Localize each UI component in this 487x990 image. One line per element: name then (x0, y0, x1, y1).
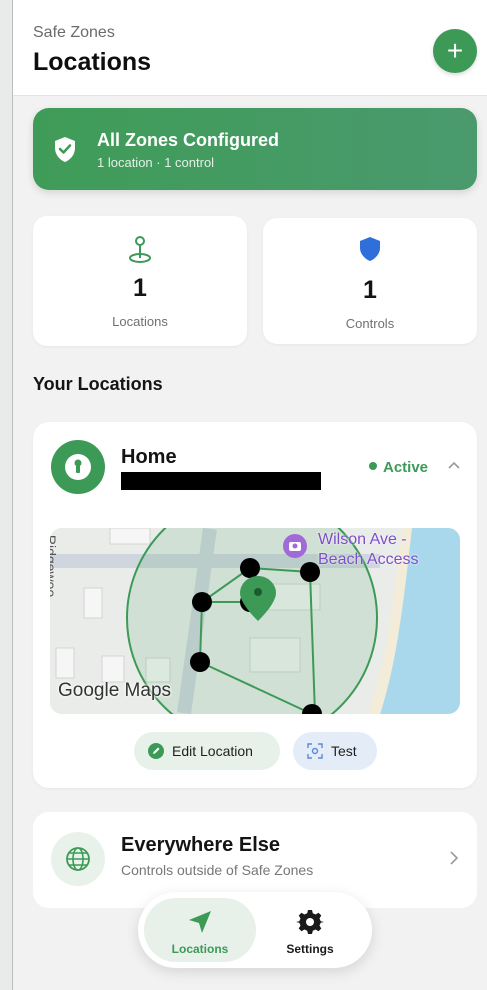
pencil-icon (148, 743, 164, 759)
map-pin-icon (129, 236, 151, 263)
page-title: Locations (33, 48, 152, 76)
gear-icon (296, 910, 324, 934)
chevron-up-icon[interactable] (447, 458, 461, 472)
test-label: Test (331, 743, 357, 759)
nav-settings-label: Settings (286, 942, 334, 956)
status-badge: Active (369, 459, 428, 476)
home-location-card[interactable]: Home Active Ridgewoo Wilson Ave - Beach … (33, 422, 477, 788)
locations-count: 1 (133, 274, 147, 302)
status-text: Active (383, 459, 429, 476)
banner-title: All Zones Configured (97, 130, 279, 150)
shield-icon (360, 237, 380, 261)
globe-avatar (51, 832, 105, 886)
navigation-arrow-icon (189, 911, 211, 933)
nav-tab-locations[interactable]: Locations (144, 898, 256, 962)
locations-stat-card[interactable]: 1 Locations (33, 216, 247, 346)
banner-subtitle: 1 location · 1 control (97, 155, 215, 170)
plus-icon: + (446, 35, 464, 66)
everywhere-else-title: Everywhere Else (121, 834, 280, 856)
status-banner: All Zones Configured 1 location · 1 cont… (33, 108, 477, 190)
poi-label-line1: Wilson Ave - (318, 531, 407, 548)
chevron-right-icon (450, 851, 459, 865)
shield-check-icon (55, 137, 75, 162)
status-dot (369, 462, 377, 470)
redacted-address (121, 472, 321, 490)
nav-tab-settings[interactable]: Settings (254, 898, 366, 962)
locations-label: Locations (112, 314, 168, 329)
header-subtitle: Safe Zones (33, 24, 115, 41)
globe-icon (66, 847, 90, 871)
test-button[interactable]: Test (293, 732, 377, 770)
controls-label: Controls (345, 316, 395, 331)
poi-label-line2: Beach Access (318, 551, 419, 568)
app-frame: Safe Zones Locations + All Zones Configu… (12, 0, 487, 990)
location-name: Home (121, 446, 177, 468)
controls-stat-card[interactable]: 1 Controls (263, 218, 477, 344)
map-attribution: Google Maps (58, 680, 172, 701)
home-avatar (51, 440, 105, 494)
everywhere-else-subtitle: Controls outside of Safe Zones (121, 862, 314, 878)
controls-count: 1 (363, 276, 377, 304)
nav-locations-label: Locations (171, 942, 229, 956)
keyhole-icon (65, 454, 91, 480)
edit-location-button[interactable]: Edit Location (134, 732, 280, 770)
bottom-nav: Locations Settings (138, 892, 372, 968)
edit-location-label: Edit Location (172, 743, 253, 759)
add-location-button[interactable]: + (433, 29, 477, 73)
poi-label[interactable]: Wilson Ave - Beach Access (318, 530, 419, 570)
street-label: Ridgewoo (50, 534, 60, 598)
location-map[interactable]: Ridgewoo Wilson Ave - Beach Access Googl… (50, 528, 460, 714)
section-title: Your Locations (33, 374, 163, 394)
scan-icon (307, 743, 323, 759)
header: Safe Zones Locations + (13, 0, 487, 96)
